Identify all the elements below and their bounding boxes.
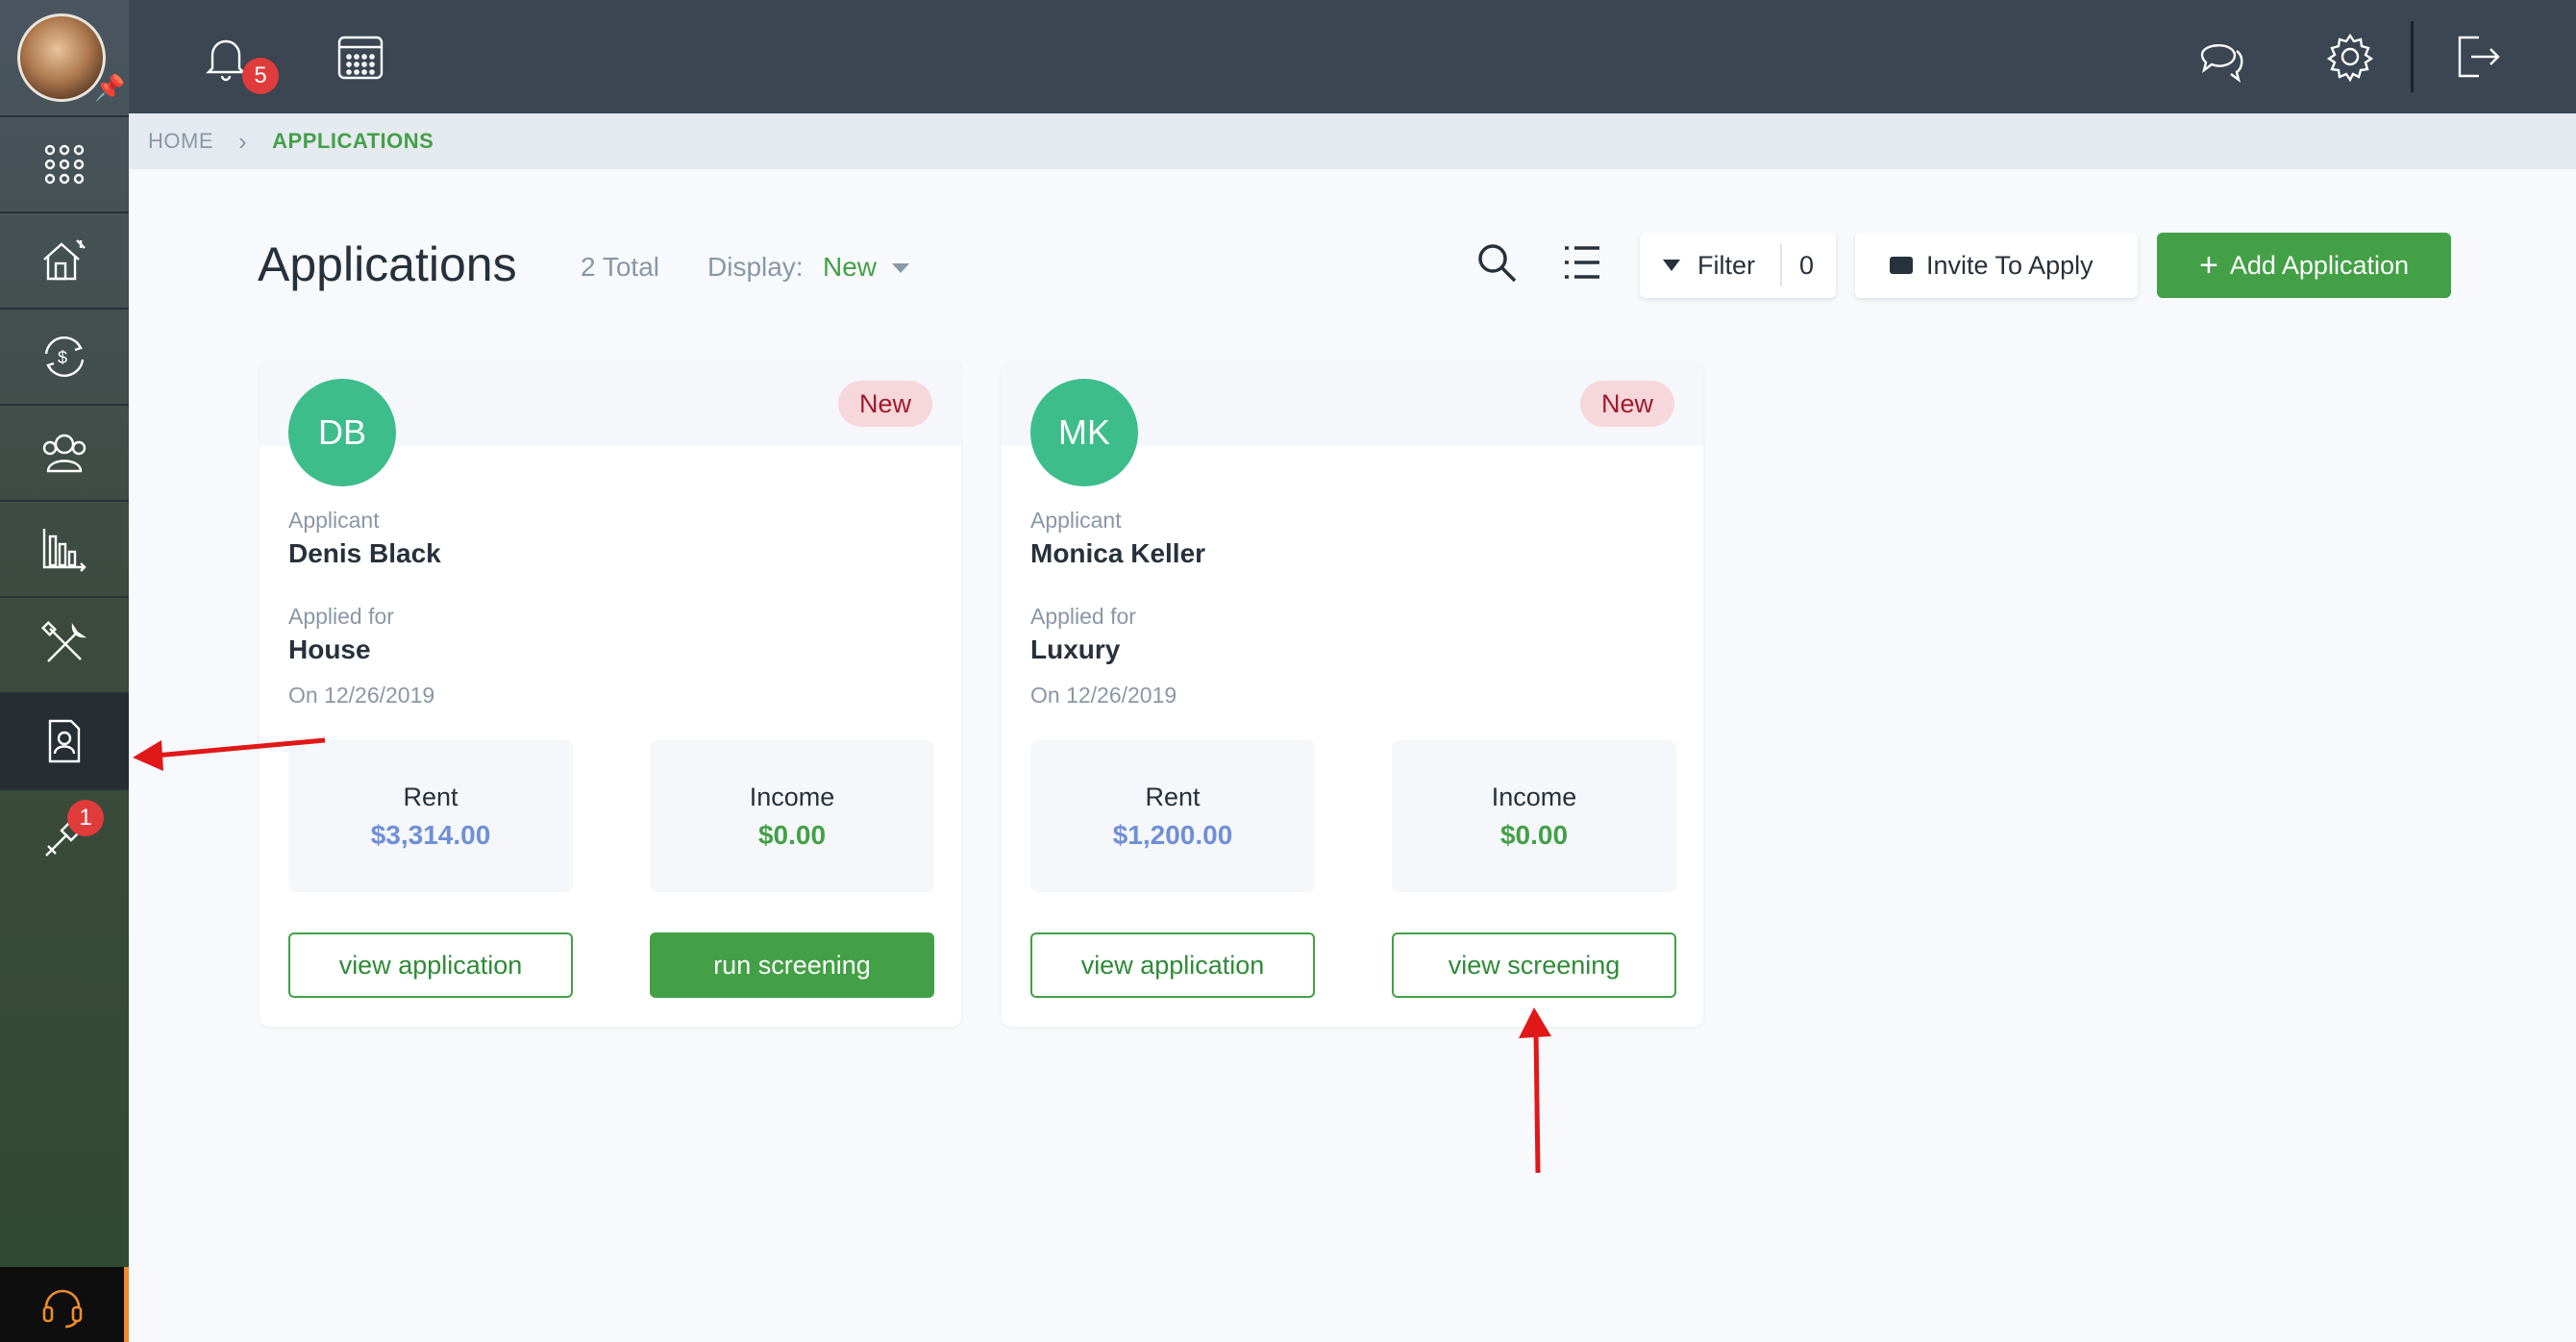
income-label: Income (1491, 782, 1577, 811)
logout-button[interactable] (2447, 27, 2507, 87)
svg-text:$: $ (58, 348, 67, 367)
applicant-avatar: MK (1030, 379, 1138, 486)
support-button[interactable] (0, 1267, 129, 1342)
applicant-name: Monica Keller (1030, 538, 1206, 568)
accounting-icon: $ (44, 336, 85, 377)
income-stat: Income $0.00 (1392, 740, 1676, 892)
add-application-button[interactable]: + Add Application (2157, 233, 2451, 298)
run-screening-button[interactable]: run screening (650, 932, 934, 998)
pin-icon[interactable]: 📌 (94, 73, 125, 103)
rent-label: Rent (403, 782, 458, 811)
annotation-arrow-up (1519, 1007, 1551, 1174)
applied-date: On 12/26/2019 (1030, 683, 1177, 708)
settings-button[interactable] (2320, 27, 2380, 87)
income-stat: Income $0.00 (650, 740, 934, 892)
plus-icon: + (2199, 246, 2218, 284)
chat-button[interactable] (2192, 27, 2251, 87)
applied-for-value: Luxury (1030, 634, 1121, 664)
calendar-icon (337, 36, 384, 80)
display-dropdown[interactable]: New (823, 252, 877, 283)
headset-icon (42, 1289, 82, 1329)
status-badge: New (1579, 381, 1674, 427)
income-label: Income (749, 782, 835, 811)
list-icon (1565, 246, 1599, 279)
view-application-button[interactable]: view application (288, 932, 573, 998)
page-title: Applications (258, 237, 517, 291)
list-view-button[interactable] (1559, 240, 1603, 285)
rent-value: $1,200.00 (1112, 819, 1233, 850)
filter-button[interactable]: Filter 0 (1640, 233, 1836, 298)
topbar: 5 (129, 0, 2576, 113)
people-icon (42, 434, 87, 473)
gear-icon (2326, 33, 2374, 83)
sidebar: 📌 $ 1 (0, 0, 129, 1342)
applied-for-label: Applied for (1030, 604, 1136, 629)
view-application-button[interactable]: view application (1030, 932, 1315, 998)
sidebar-item-reports[interactable] (0, 500, 129, 596)
chevron-down-icon[interactable] (892, 263, 909, 273)
applications-icon (48, 719, 81, 763)
rent-stat: Rent $1,200.00 (1030, 740, 1315, 892)
invite-to-apply-button[interactable]: Invite To Apply (1855, 233, 2138, 298)
applicant-label: Applicant (1030, 508, 1122, 533)
applicant-label: Applicant (288, 508, 380, 533)
applied-for-label: Applied for (288, 604, 394, 629)
filter-icon (1663, 260, 1680, 271)
properties-icon (43, 239, 86, 281)
applicant-name: Denis Black (288, 538, 441, 568)
sidebar-item-applications[interactable] (0, 692, 129, 788)
add-application-label: Add Application (2229, 250, 2409, 280)
breadcrumb-current: APPLICATIONS (272, 129, 434, 153)
chat-icon (2200, 44, 2243, 83)
sidebar-item-maintenance[interactable] (0, 596, 129, 692)
maintenance-icon (40, 620, 87, 662)
topbar-divider (2411, 21, 2414, 92)
sidebar-item-accounting[interactable]: $ (0, 308, 129, 404)
filter-count: 0 (1799, 250, 1815, 280)
reports-icon (42, 529, 87, 572)
logout-icon (2458, 36, 2500, 78)
sidebar-item-people[interactable] (0, 404, 129, 500)
search-icon (1478, 244, 1517, 283)
filter-divider (1780, 244, 1782, 286)
notifications-badge: 5 (242, 58, 279, 94)
filter-label: Filter (1697, 250, 1755, 280)
envelope-icon (1890, 257, 1913, 274)
applied-for-value: House (288, 634, 371, 664)
breadcrumb-home[interactable]: HOME (148, 129, 213, 154)
chevron-right-icon: › (238, 126, 248, 156)
apps-grid-icon (44, 144, 85, 185)
rent-value: $3,314.00 (370, 819, 491, 850)
application-card: DB New Applicant Denis Black Applied for… (260, 361, 961, 1027)
view-screening-button[interactable]: view screening (1392, 932, 1676, 998)
application-card: MK New Applicant Monica Keller Applied f… (1002, 361, 1703, 1027)
footer (129, 1292, 2576, 1342)
tools-badge: 1 (67, 800, 104, 836)
income-value: $0.00 (757, 819, 827, 850)
breadcrumb: HOME › APPLICATIONS (129, 113, 2576, 169)
total-count: 2 Total (581, 252, 659, 282)
user-avatar[interactable] (17, 13, 106, 102)
rent-label: Rent (1145, 782, 1201, 811)
sidebar-item-properties[interactable] (0, 211, 129, 308)
sidebar-item-apps[interactable] (0, 115, 129, 211)
calendar-button[interactable] (331, 27, 390, 87)
sidebar-item-tools[interactable]: 1 (0, 788, 129, 884)
status-badge: New (837, 381, 932, 427)
income-value: $0.00 (1499, 819, 1569, 850)
applicant-avatar: DB (288, 379, 396, 486)
applied-date: On 12/26/2019 (288, 683, 435, 708)
annotation-arrow-left (133, 737, 326, 771)
invite-label: Invite To Apply (1926, 250, 2093, 280)
display-label: Display: (707, 252, 804, 282)
search-button[interactable] (1474, 240, 1519, 285)
